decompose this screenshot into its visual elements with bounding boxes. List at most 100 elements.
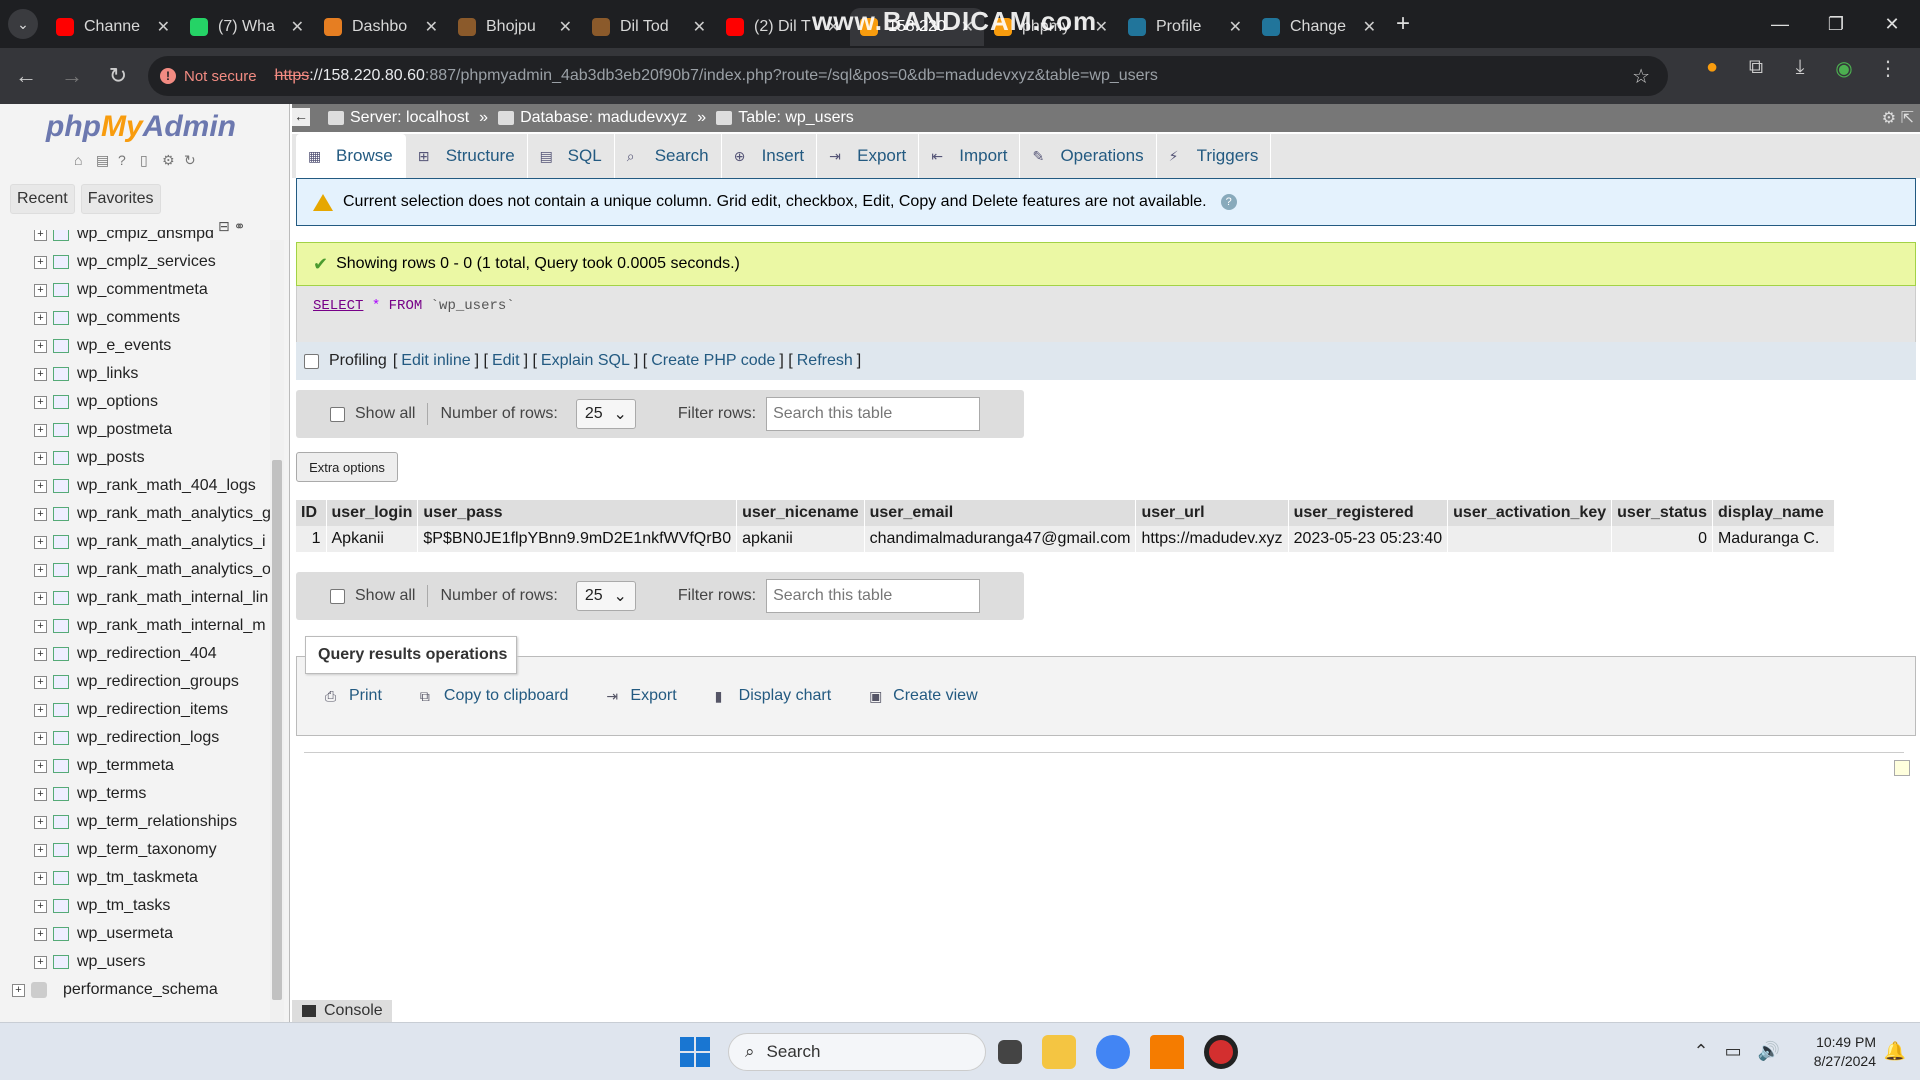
show-all-checkbox[interactable] <box>330 588 345 604</box>
rows-per-page-select[interactable]: 25 ⌄ <box>575 581 636 611</box>
export-button[interactable]: ⇥ Export <box>606 687 676 705</box>
download-icon[interactable]: ⤓ <box>1778 56 1822 81</box>
column-header[interactable]: user_email <box>864 500 1137 526</box>
page-settings-icon[interactable]: ⚙ ⇱ <box>1882 108 1914 128</box>
chevron-up-icon[interactable]: ⌃ <box>1693 1041 1708 1062</box>
profile-icon[interactable]: ◉ <box>1822 56 1866 81</box>
table-name[interactable]: wp_terms <box>77 785 146 803</box>
vlc-icon[interactable] <box>1150 1035 1184 1069</box>
table-name[interactable]: wp_postmeta <box>77 421 172 439</box>
browser-tab[interactable]: Dil Tod ✕ <box>582 8 716 46</box>
sidebar-database-item[interactable]: + performance_schema <box>0 976 276 1004</box>
address-bar[interactable]: ! Not secure https://158.220.80.60:887/ph… <box>148 56 1668 96</box>
cell-user-email[interactable]: chandimalmaduranga47@gmail.com <box>864 526 1137 552</box>
explain-sql-link[interactable]: Explain SQL <box>541 352 630 370</box>
sidebar-table-item[interactable]: + wp_rank_math_analytics_g <box>0 500 276 528</box>
close-tab-icon[interactable]: ✕ <box>291 17 304 37</box>
sidebar-table-item[interactable]: + wp_postmeta <box>0 416 276 444</box>
table-name[interactable]: wp_usermeta <box>77 925 173 943</box>
tab-insert[interactable]: ⊕ Insert <box>722 134 818 178</box>
print-button[interactable]: ⎙ Print <box>325 687 382 705</box>
expand-icon[interactable]: + <box>34 311 47 325</box>
sidebar-table-item[interactable]: + wp_termmeta <box>0 752 276 780</box>
column-header[interactable]: user_registered <box>1288 500 1449 526</box>
sidebar-table-item[interactable]: + wp_cmplz_services <box>0 248 276 276</box>
sidebar-table-item[interactable]: + wp_rank_math_analytics_i <box>0 528 276 556</box>
table-name[interactable]: wp_e_events <box>77 337 171 355</box>
tree-scrollbar[interactable] <box>270 240 284 1024</box>
url-text[interactable]: https://158.220.80.60:887/phpmyadmin_4ab… <box>275 67 1158 85</box>
column-header[interactable]: user_status <box>1611 500 1713 526</box>
notification-bell-icon[interactable]: 🔔 <box>1884 1041 1906 1062</box>
sidebar-table-item[interactable]: + wp_redirection_groups <box>0 668 276 696</box>
task-view-icon[interactable] <box>998 1040 1022 1064</box>
rows-per-page-select[interactable]: 25 ⌄ <box>575 399 636 429</box>
sidebar-table-item[interactable]: + wp_links <box>0 360 276 388</box>
breadcrumb-table[interactable]: Table: wp_users <box>738 109 854 127</box>
table-name[interactable]: wp_links <box>77 365 138 383</box>
browser-tab[interactable]: Dashbo ✕ <box>314 8 448 46</box>
bandicam-record-icon[interactable] <box>1204 1035 1238 1069</box>
column-header[interactable]: user_url <box>1135 500 1289 526</box>
close-tab-icon[interactable]: ✕ <box>1363 17 1376 37</box>
sidebar-table-item[interactable]: + wp_rank_math_internal_m <box>0 612 276 640</box>
browser-tab[interactable]: Change ✕ <box>1252 8 1386 46</box>
tab-search[interactable]: ⌕ Search <box>615 134 722 178</box>
start-windows-icon[interactable] <box>680 1037 710 1067</box>
tab-browse[interactable]: ▦ Browse <box>296 134 406 178</box>
close-tab-icon[interactable]: ✕ <box>157 17 170 37</box>
expand-icon[interactable]: + <box>34 647 47 661</box>
table-name[interactable]: wp_redirection_groups <box>77 673 239 691</box>
expand-icon[interactable]: + <box>34 563 47 577</box>
expand-icon[interactable]: + <box>34 367 47 381</box>
volume-icon[interactable]: 🔊 <box>1758 1041 1780 1062</box>
table-name[interactable]: wp_options <box>77 393 158 411</box>
cell-user-pass[interactable]: $P$BN0JE1flpYBnn9.9mD2E1nkfWVfQrB0 <box>417 526 738 552</box>
extra-options-button[interactable]: Extra options <box>296 452 398 482</box>
reload-nav-icon[interactable]: ↻ <box>184 152 202 170</box>
display-chart-button[interactable]: ▮ Display chart <box>715 687 831 705</box>
table-name[interactable]: wp_tm_taskmeta <box>77 869 198 887</box>
docs-icon[interactable]: ▯ <box>140 152 158 170</box>
bookmark-star-icon[interactable]: ☆ <box>1632 64 1650 89</box>
column-header[interactable]: display_name <box>1712 500 1835 526</box>
database-name[interactable]: performance_schema <box>63 981 218 999</box>
browser-tab[interactable]: Profile ✕ <box>1118 8 1252 46</box>
table-name[interactable]: wp_tm_tasks <box>77 897 170 915</box>
table-name[interactable]: wp_rank_math_internal_m <box>77 617 266 635</box>
expand-icon[interactable]: + <box>34 787 47 801</box>
cell-user-activation-key[interactable] <box>1447 526 1613 552</box>
tab-search-button[interactable]: ⌄ <box>8 9 38 39</box>
expand-icon[interactable]: + <box>34 339 47 353</box>
breadcrumb-database[interactable]: Database: madudevxyz <box>520 109 687 127</box>
sidebar-table-item[interactable]: + wp_rank_math_analytics_o <box>0 556 276 584</box>
browser-tab[interactable]: Channe ✕ <box>46 8 180 46</box>
cell-user-url[interactable]: https://madudev.xyz <box>1135 526 1289 552</box>
tab-export[interactable]: ⇥ Export <box>817 134 920 178</box>
expand-icon[interactable]: + <box>34 255 47 269</box>
tab-sql[interactable]: ▤ SQL <box>528 134 615 178</box>
table-name[interactable]: wp_redirection_logs <box>77 729 219 747</box>
expand-icon[interactable]: + <box>34 423 47 437</box>
expand-icon[interactable]: + <box>34 283 47 297</box>
tab-operations[interactable]: ✎ Operations <box>1020 134 1157 178</box>
tab-import[interactable]: ⇤ Import <box>919 134 1021 178</box>
security-indicator[interactable]: ! Not secure <box>160 68 257 85</box>
scrollbar-thumb[interactable] <box>272 460 282 1000</box>
cell-display-name[interactable]: Maduranga C. <box>1712 526 1835 552</box>
cell-user-registered[interactable]: 2023-05-23 05:23:40 <box>1288 526 1449 552</box>
sidebar-table-item[interactable]: + wp_rank_math_404_logs <box>0 472 276 500</box>
close-tab-icon[interactable]: ✕ <box>559 17 572 37</box>
page-bottom-icon[interactable] <box>1894 760 1910 776</box>
table-name[interactable]: wp_cmplz_services <box>77 253 216 271</box>
restore-icon[interactable]: ❐ <box>1808 14 1864 35</box>
clock[interactable]: 10:49 PM 8/27/2024 <box>1814 1033 1876 1071</box>
table-name[interactable]: wp_rank_math_analytics_g <box>77 505 271 523</box>
table-name[interactable]: wp_termmeta <box>77 757 174 775</box>
tab-triggers[interactable]: ⚡ Triggers <box>1157 134 1272 178</box>
browser-tab[interactable]: (7) Wha ✕ <box>180 8 314 46</box>
table-name[interactable]: wp_redirection_404 <box>77 645 217 663</box>
cell-user-login[interactable]: Apkanii <box>326 526 419 552</box>
favorites-tab[interactable]: Favorites <box>80 184 161 214</box>
table-name[interactable]: wp_cmplz_dnsmpd <box>77 230 214 243</box>
